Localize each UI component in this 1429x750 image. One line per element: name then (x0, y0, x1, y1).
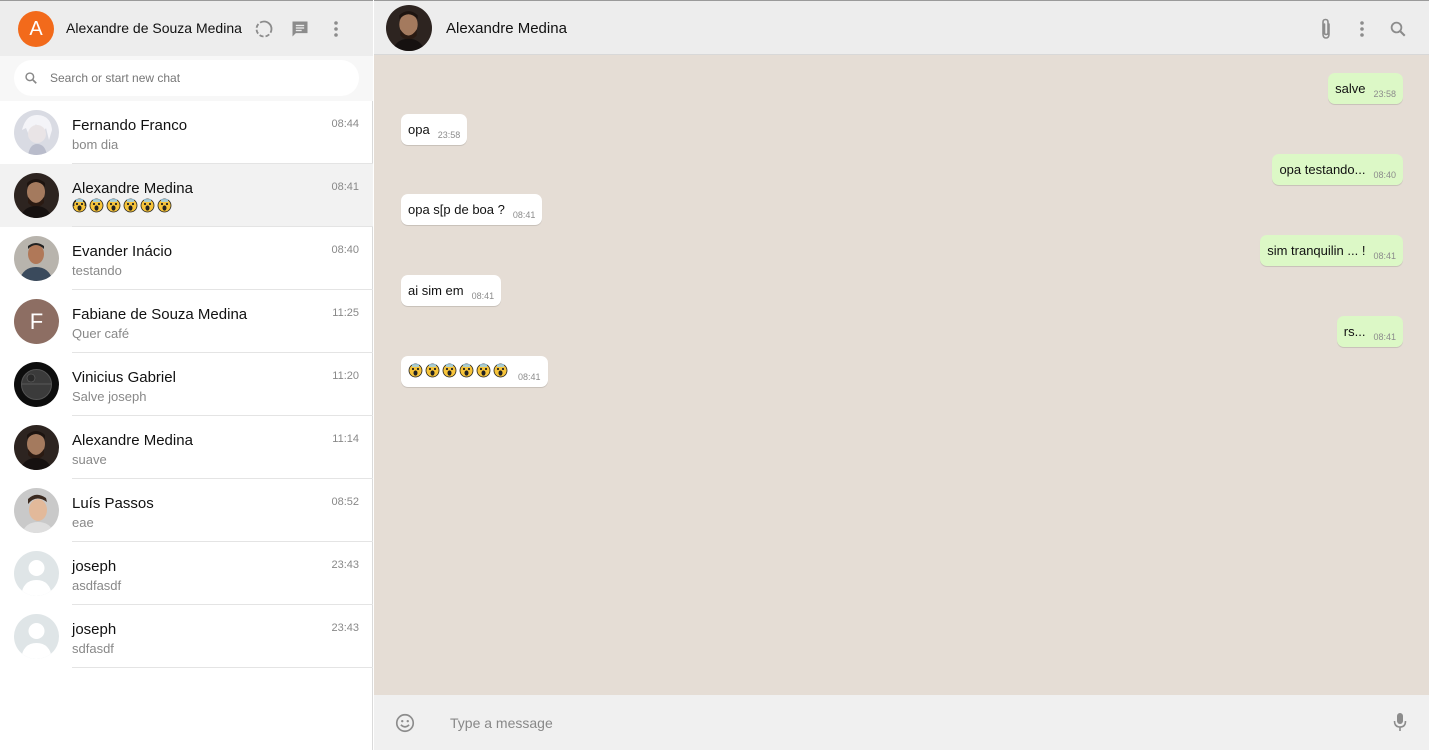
scream-emoji-icon (476, 358, 491, 378)
chat-time: 08:40 (331, 244, 359, 256)
search-icon[interactable] (1386, 17, 1410, 41)
message-time: 08:41 (1373, 332, 1396, 342)
emoji-icon[interactable] (394, 712, 416, 739)
chat-item[interactable]: Vinicius Gabriel Salve joseph 11:20 (0, 353, 373, 416)
my-name: Alexandre de Souza Medina (66, 20, 242, 36)
menu-icon[interactable] (324, 17, 348, 41)
attach-icon[interactable] (1314, 17, 1338, 41)
chat-name: Alexandre Medina (72, 180, 193, 197)
chat-list: Fernando Franco bom dia 08:44 Alexandre … (0, 101, 373, 668)
default-avatar-icon (14, 551, 59, 596)
chat-time: 08:52 (331, 496, 359, 508)
message-incoming: opa 23:58 (401, 114, 468, 145)
new-chat-icon[interactable] (288, 17, 312, 41)
message-incoming: opa s[p de boa ? 08:41 (401, 194, 543, 225)
chat-last-message: 😱😱😱😱😱😱 (72, 198, 174, 214)
chat-name: Alexandre Medina (72, 432, 193, 449)
contact-avatar (14, 173, 59, 218)
scream-emoji-icon (459, 358, 474, 378)
scream-emoji-icon (442, 358, 457, 378)
conversation-header: Alexandre Medina (374, 0, 1429, 55)
chat-item[interactable]: F Fabiane de Souza Medina Quer café 11:2… (0, 290, 373, 353)
contact-name[interactable]: Alexandre Medina (446, 20, 567, 37)
chat-name: Vinicius Gabriel (72, 369, 176, 386)
chat-time: 11:14 (332, 433, 359, 445)
scream-emoji-icon (425, 358, 440, 378)
contact-avatar: F (14, 299, 59, 344)
chat-item[interactable]: joseph asdfasdf 23:43 (0, 542, 373, 605)
message-time: 23:58 (437, 130, 461, 140)
scream-emoji-icon (408, 358, 423, 378)
search-bar (0, 56, 373, 101)
message-area: salve 23:58 opa 23:58 opa testando... 08:40… (374, 55, 1429, 695)
contact-avatar (14, 362, 59, 407)
chat-time: 23:43 (331, 559, 359, 571)
chat-item-active[interactable]: Alexandre Medina 😱😱😱😱😱😱 08:41 (0, 164, 373, 227)
message-incoming: ai sim em 08:41 (401, 275, 502, 306)
chat-last-message: testando (72, 263, 122, 278)
chat-name: joseph (72, 558, 117, 575)
microphone-icon[interactable] (1393, 712, 1407, 737)
chat-time: 11:25 (332, 307, 359, 319)
chat-item[interactable]: Evander Inácio testando 08:40 (0, 227, 373, 290)
message-input[interactable] (440, 703, 1370, 743)
chat-last-message: bom dia (72, 137, 119, 152)
message-time: 08:41 (471, 291, 495, 301)
search-box (14, 60, 359, 96)
message-outgoing: sim tranquilin ... ! 08:41 (1260, 235, 1403, 266)
chat-item[interactable]: Alexandre Medina suave 11:14 (0, 416, 373, 479)
chat-name: Luís Passos (72, 495, 154, 512)
scream-emoji-icon (140, 198, 155, 213)
message-composer (374, 695, 1429, 750)
contact-avatar (14, 236, 59, 281)
chat-name: Fernando Franco (72, 117, 188, 134)
chat-last-message: Salve joseph (72, 389, 147, 404)
chat-time: 08:41 (331, 181, 359, 193)
message-outgoing: salve 23:58 (1328, 73, 1403, 104)
search-input[interactable] (50, 60, 350, 96)
chat-item[interactable]: joseph sdfasdf 23:43 (0, 605, 373, 668)
chat-last-message: suave (72, 452, 107, 467)
contact-avatar (14, 110, 59, 155)
message-time: 08:40 (1373, 170, 1396, 180)
message-outgoing: rs... 08:41 (1336, 316, 1403, 347)
chat-time: 08:44 (331, 118, 359, 130)
search-icon (25, 72, 37, 84)
scream-emoji-icon (106, 198, 121, 213)
chat-last-message: sdfasdf (72, 641, 114, 656)
scream-emoji-icon (493, 358, 508, 378)
contact-avatar (14, 488, 59, 533)
chat-time: 23:43 (331, 622, 359, 634)
message-time: 08:41 (518, 372, 541, 382)
scream-emoji-icon (157, 198, 172, 213)
chat-last-message: Quer café (72, 326, 130, 341)
chat-name: joseph (72, 621, 117, 638)
chat-name: Fabiane de Souza Medina (72, 306, 248, 323)
default-avatar-icon (14, 614, 59, 659)
chat-item[interactable]: Luís Passos eae 08:52 (0, 479, 373, 542)
menu-icon[interactable] (1350, 17, 1374, 41)
contact-avatar (14, 425, 59, 470)
my-avatar[interactable]: A (18, 11, 54, 47)
status-icon[interactable] (252, 17, 276, 41)
scream-emoji-icon (89, 198, 104, 213)
chat-last-message: asdfasdf (72, 578, 122, 593)
sidebar: A Alexandre de Souza Medina Fernando Fra… (0, 0, 373, 750)
scream-emoji-icon (72, 198, 87, 213)
conversation-panel: Alexandre Medina salve 23:58 opa 23:58 opa… (374, 0, 1429, 750)
message-time: 23:58 (1373, 89, 1396, 99)
message-time: 08:41 (1373, 251, 1396, 261)
message-time: 08:41 (512, 210, 536, 220)
chat-item[interactable]: Fernando Franco bom dia 08:44 (0, 101, 373, 164)
message-outgoing: opa testando... 08:40 (1272, 154, 1403, 185)
chat-last-message: eae (72, 515, 94, 530)
sidebar-header: A Alexandre de Souza Medina (0, 0, 373, 56)
scream-emoji-icon (123, 198, 138, 213)
contact-avatar[interactable] (386, 5, 432, 51)
chat-time: 11:20 (332, 370, 359, 382)
message-incoming: 😱😱😱😱😱😱 08:41 (401, 356, 548, 387)
chat-name: Evander Inácio (72, 243, 173, 260)
